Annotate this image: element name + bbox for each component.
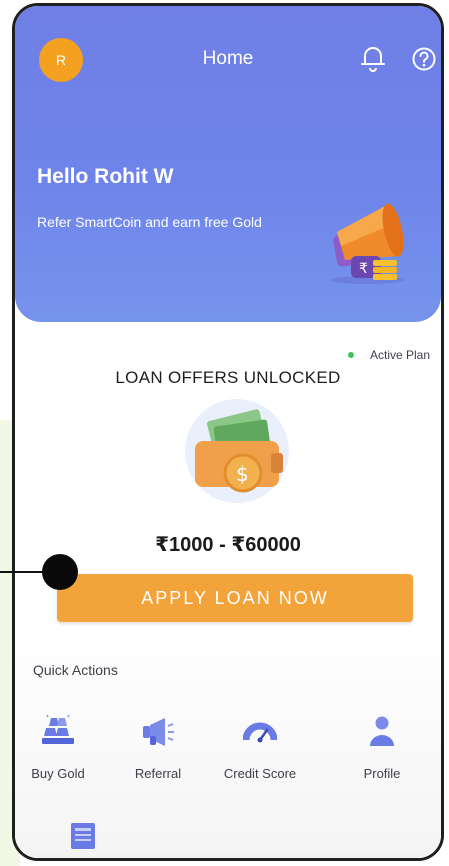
quick-action-credit-score[interactable]: Credit Score xyxy=(215,714,305,781)
quick-action-label: Credit Score xyxy=(223,766,297,781)
help-circle-icon[interactable] xyxy=(411,46,437,72)
quick-action-referral[interactable]: Referral xyxy=(113,714,203,781)
wallet-icon: $ xyxy=(185,399,289,503)
active-plan-label: Active Plan xyxy=(370,348,431,362)
quick-action-label: Buy Gold xyxy=(31,766,85,781)
svg-text:₹: ₹ xyxy=(359,261,368,277)
svg-text:$: $ xyxy=(236,462,249,486)
annotation-dot xyxy=(42,554,78,590)
loan-range: ₹1000 - ₹60000 xyxy=(155,534,301,556)
megaphone-icon xyxy=(143,718,174,746)
status-dot xyxy=(348,352,354,358)
hero-banner: R Home Hello Rohit W Refer SmartCoin and… xyxy=(15,6,441,322)
quick-action-label: Referral xyxy=(134,766,182,781)
person-icon xyxy=(370,716,394,746)
gauge-icon xyxy=(243,722,277,743)
bell-icon[interactable] xyxy=(360,44,386,72)
quick-action-profile[interactable]: Profile xyxy=(340,714,424,781)
apply-loan-button[interactable]: APPLY LOAN NOW xyxy=(57,574,413,622)
loan-offers-title: LOAN OFFERS UNLOCKED xyxy=(115,368,341,387)
quick-actions-title: Quick Actions xyxy=(33,662,118,678)
megaphone-icon: ₹ xyxy=(331,203,404,284)
refer-text[interactable]: Refer SmartCoin and earn free Gold xyxy=(37,213,277,232)
quick-action-label: Profile xyxy=(363,766,401,781)
bottom-nav xyxy=(15,850,441,858)
phone-screen: R Home Hello Rohit W Refer SmartCoin and… xyxy=(12,3,444,861)
quick-action-buy-gold[interactable]: Buy Gold xyxy=(15,714,103,781)
document-icon[interactable] xyxy=(69,821,97,851)
active-plan-status: Active Plan xyxy=(348,348,430,362)
gold-bars-icon xyxy=(42,714,74,744)
greeting-text: Hello Rohit W xyxy=(37,165,174,188)
